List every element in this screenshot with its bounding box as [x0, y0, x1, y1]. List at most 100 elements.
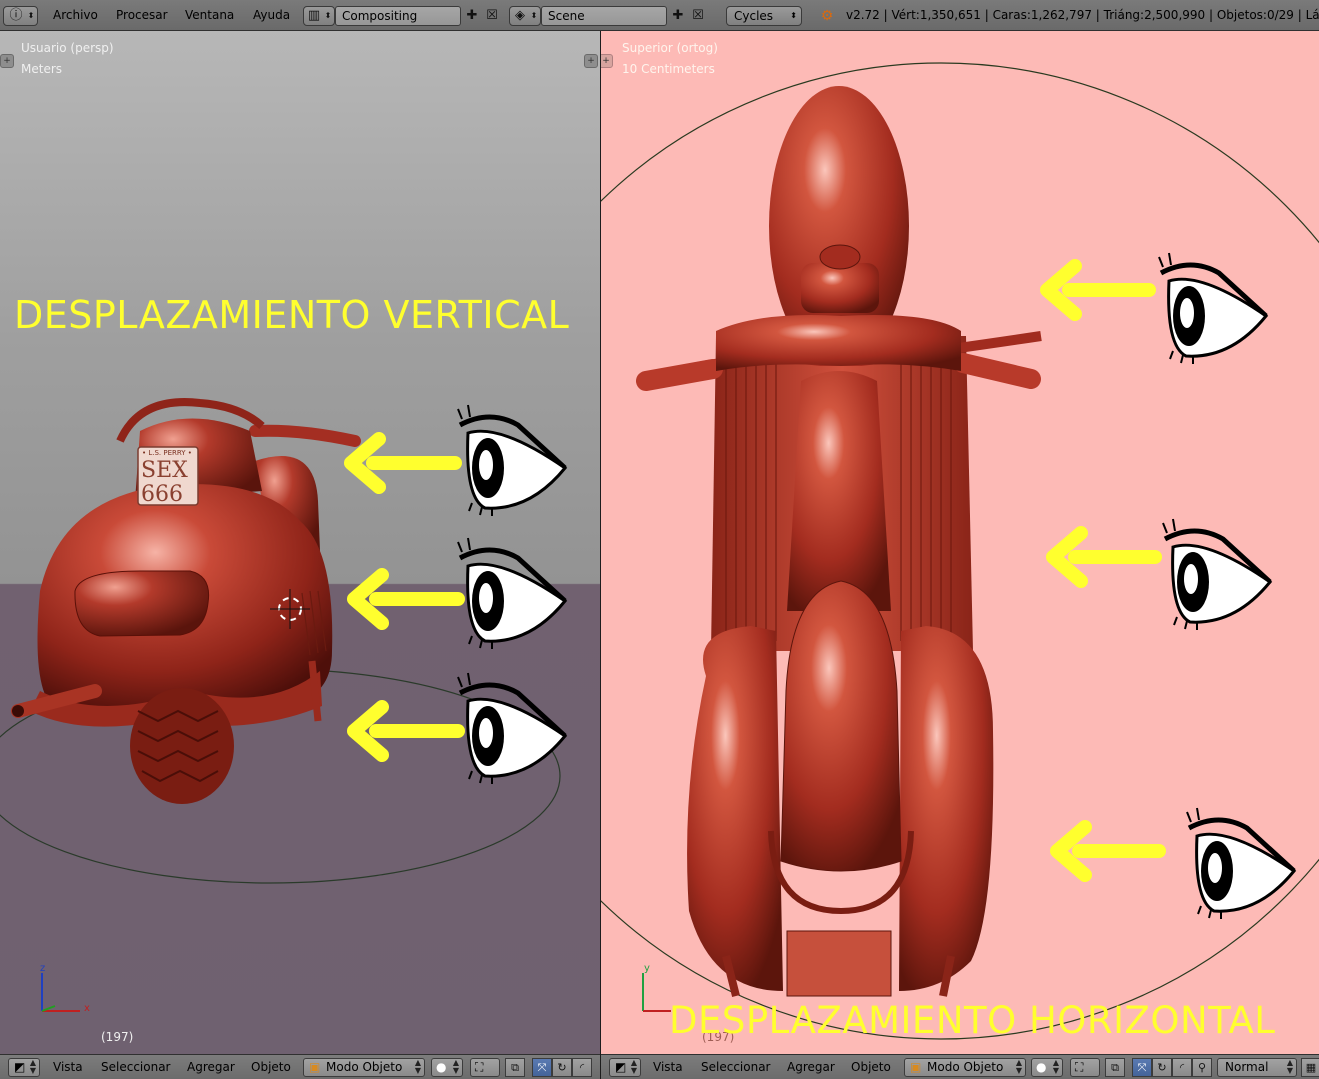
- axis-gizmo: [642, 973, 671, 1012]
- editor-type-button[interactable]: ⓘ ⬍: [3, 6, 38, 26]
- chevron-updown-icon: ▲ ▼: [630, 1058, 637, 1075]
- frame-number: (197): [101, 1030, 134, 1044]
- translate-icon: ⤧: [537, 1061, 547, 1074]
- add-icon[interactable]: ✚: [464, 6, 480, 26]
- menu-ventana[interactable]: Ventana: [185, 0, 234, 31]
- scale-manipulator[interactable]: ◜: [1172, 1058, 1192, 1077]
- info-icon: ⓘ: [9, 8, 23, 23]
- editor-type-button[interactable]: ◩ ▲ ▼: [8, 1058, 40, 1077]
- eye-icon: [458, 673, 565, 784]
- blender-logo-icon: ⚙: [820, 8, 834, 24]
- layout-icon: ▥: [307, 8, 321, 23]
- pivot-select[interactable]: ⛶: [470, 1058, 500, 1077]
- manipulator-icon: ⧉: [511, 1061, 519, 1074]
- eye-icon: [1187, 808, 1294, 919]
- license-plate-line1: • L.S. PERRY •: [142, 449, 192, 457]
- mode-label: Modo Objeto: [326, 1060, 403, 1074]
- eye-icon: [1163, 519, 1270, 630]
- editor-type-button[interactable]: ◩ ▲ ▼: [609, 1058, 641, 1077]
- menu-procesar[interactable]: Procesar: [116, 0, 168, 31]
- rotate-icon: ↻: [1157, 1061, 1167, 1074]
- chevron-updown-icon: ▲ ▼: [414, 1058, 421, 1075]
- scooter-top-model: [636, 86, 1042, 997]
- chevron-updown-icon: ⬍: [790, 11, 797, 20]
- render-engine-select[interactable]: Cycles ⬍: [726, 6, 802, 26]
- eye-icon: [458, 538, 565, 649]
- wrench-icon: ⚲: [1197, 1061, 1207, 1074]
- axis-z-label: z: [40, 963, 45, 974]
- translate-manipulator[interactable]: ⤧: [532, 1058, 552, 1077]
- mode-select[interactable]: ▣ Modo Objeto ▲ ▼: [303, 1058, 425, 1077]
- menu-agregar[interactable]: Agregar: [787, 1055, 835, 1079]
- shading-select[interactable]: ● ▲ ▼: [1031, 1058, 1063, 1077]
- license-plate-line3: 666: [141, 482, 183, 507]
- menu-objeto[interactable]: Objeto: [851, 1055, 891, 1079]
- render-engine-label: Cycles: [734, 9, 774, 23]
- shading-select[interactable]: ● ▲ ▼: [431, 1058, 463, 1077]
- orientation-label: Normal: [1225, 1060, 1269, 1074]
- viewport-scene-left: • L.S. PERRY • SEX 666 z x: [0, 398, 600, 1014]
- view3d-icon: ◩: [615, 1060, 627, 1074]
- chevron-updown-icon: ⬍: [27, 11, 35, 20]
- object-mode-icon: ▣: [309, 1060, 321, 1074]
- arrow-left-icon: [1057, 827, 1159, 875]
- close-icon[interactable]: ☒: [690, 6, 706, 26]
- screen-layout-browse[interactable]: ▥ ⬍: [303, 6, 335, 26]
- solid-shading-icon: ●: [1036, 1060, 1047, 1074]
- viewport-user-persp[interactable]: + + Usuario (persp) Meters • L.S. PERRY …: [0, 31, 600, 1054]
- chevron-updown-icon: ⬍: [324, 11, 332, 20]
- manipulator-space-toggle[interactable]: ⚲: [1192, 1058, 1212, 1077]
- viewport-header-left: ◩ ▲ ▼ Vista Seleccionar Agregar Objeto ▣ …: [0, 1054, 600, 1079]
- scale-icon: ◜: [579, 1061, 585, 1074]
- chevron-updown-icon: ▲ ▼: [1052, 1058, 1059, 1075]
- close-icon[interactable]: ☒: [484, 6, 500, 26]
- menu-seleccionar[interactable]: Seleccionar: [101, 1055, 170, 1079]
- axis-y-label: y: [644, 963, 650, 974]
- scene-icon: ◈: [515, 8, 525, 23]
- menu-vista[interactable]: Vista: [53, 1055, 83, 1079]
- pivot-select[interactable]: ⛶: [1070, 1058, 1100, 1077]
- menu-agregar[interactable]: Agregar: [187, 1055, 235, 1079]
- axis-gizmo: [41, 973, 80, 1012]
- arrow-left-icon: [1047, 266, 1149, 314]
- menu-seleccionar[interactable]: Seleccionar: [701, 1055, 770, 1079]
- chevron-updown-icon: ▲ ▼: [29, 1058, 36, 1075]
- menu-vista[interactable]: Vista: [653, 1055, 683, 1079]
- arrow-left-icon: [1053, 533, 1155, 581]
- manipulator-toggle[interactable]: ⧉: [505, 1058, 525, 1077]
- viewport-header-right: ◩ ▲ ▼ Vista Seleccionar Agregar Objeto ▣ …: [601, 1054, 1319, 1079]
- chevron-updown-icon: ▲ ▼: [452, 1058, 459, 1075]
- transform-orientation-select[interactable]: Normal ▲ ▼: [1217, 1058, 1297, 1077]
- rotate-manipulator[interactable]: ↻: [552, 1058, 572, 1077]
- layers-button[interactable]: ▦: [1301, 1058, 1319, 1077]
- scene-browse[interactable]: ◈ ⬍: [509, 6, 541, 26]
- license-plate-line2: SEX: [141, 458, 188, 483]
- arrow-left-icon: [354, 575, 458, 623]
- chevron-updown-icon: ▲ ▼: [1015, 1058, 1022, 1075]
- menu-archivo[interactable]: Archivo: [53, 0, 98, 31]
- manipulator-toggle[interactable]: ⧉: [1105, 1058, 1125, 1077]
- translate-manipulator[interactable]: ⤧: [1132, 1058, 1152, 1077]
- viewport-top-ortho[interactable]: + Superior (ortog) 10 Centimeters y (197…: [601, 31, 1319, 1054]
- object-mode-icon: ▣: [910, 1060, 922, 1074]
- mode-select[interactable]: ▣ Modo Objeto ▲ ▼: [904, 1058, 1026, 1077]
- view3d-icon: ◩: [14, 1060, 26, 1074]
- rotate-icon: ↻: [557, 1061, 567, 1074]
- rotate-manipulator[interactable]: ↻: [1152, 1058, 1172, 1077]
- chevron-updown-icon: ▲ ▼: [1286, 1058, 1293, 1075]
- scale-manipulator[interactable]: ◜: [572, 1058, 592, 1077]
- viewport-scene-right: y: [601, 62, 1319, 1040]
- eye-icon: [1159, 253, 1266, 364]
- pivot-icon: ⛶: [475, 1060, 484, 1074]
- info-header: ⓘ ⬍ Archivo Procesar Ventana Ayuda ▥ ⬍ C…: [0, 0, 1319, 31]
- screen-layout-field[interactable]: Compositing: [335, 6, 461, 26]
- layers-icon: ▦: [1305, 1061, 1317, 1074]
- axis-x-label: x: [84, 1003, 90, 1014]
- scene-field[interactable]: Scene: [541, 6, 667, 26]
- menu-objeto[interactable]: Objeto: [251, 1055, 291, 1079]
- solid-shading-icon: ●: [436, 1060, 447, 1074]
- overlay-label-vertical: DESPLAZAMIENTO VERTICAL: [14, 293, 570, 337]
- chevron-updown-icon: ⬍: [530, 11, 538, 20]
- menu-ayuda[interactable]: Ayuda: [253, 0, 290, 31]
- add-icon[interactable]: ✚: [670, 6, 686, 26]
